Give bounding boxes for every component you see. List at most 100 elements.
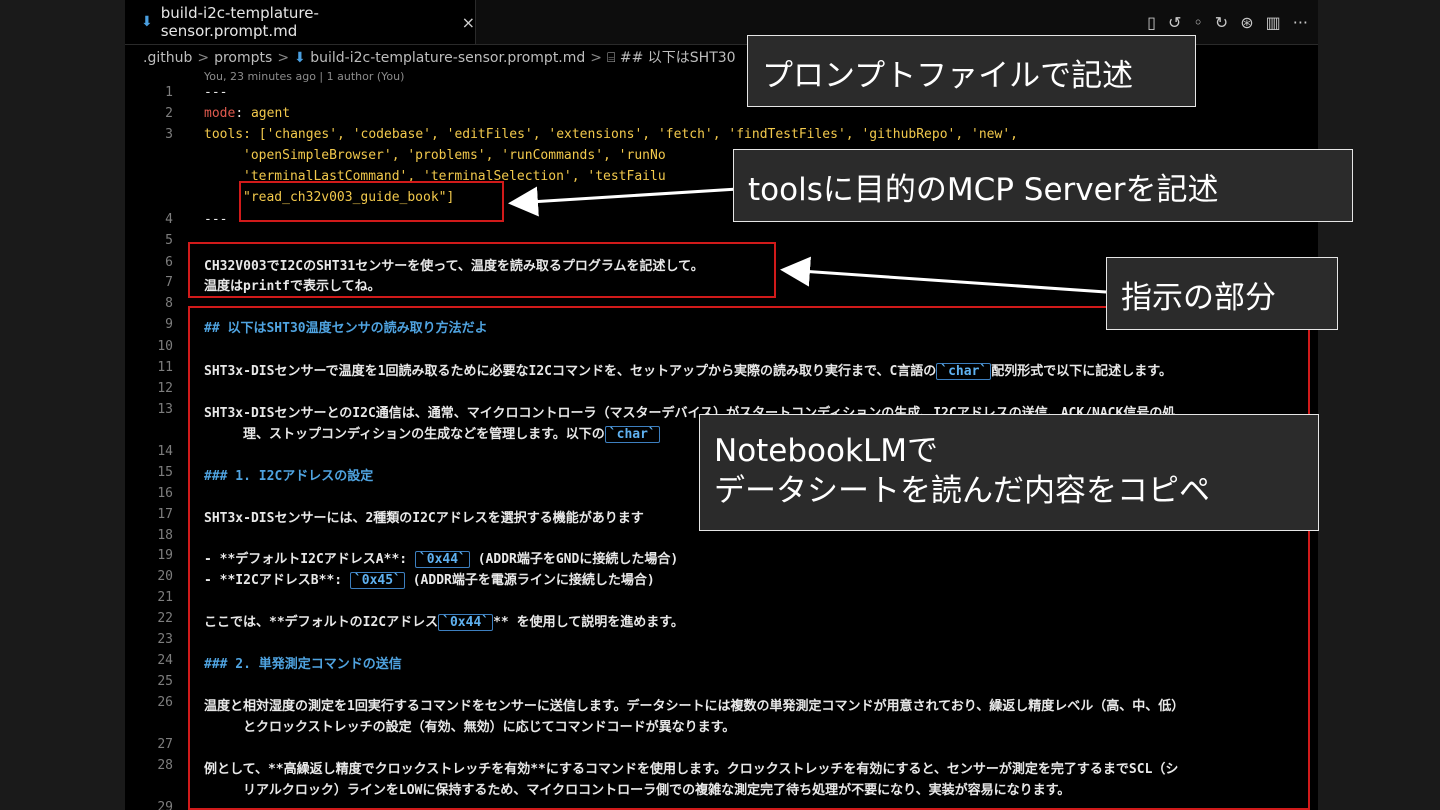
close-icon[interactable]: ×: [462, 13, 475, 32]
inline-code: `char`: [936, 363, 992, 380]
line-number: 13: [157, 402, 173, 417]
heading-symbol-icon: ⌸: [607, 50, 616, 66]
breadcrumb-separator: >: [277, 50, 290, 66]
code-line: CH32V003でI2CのSHT31センサーを使って、温度を読み取るプログラムを…: [204, 259, 704, 274]
text-segment: ここでは、**デフォルトのI2Cアドレス: [204, 615, 439, 630]
code-line-wrap: リアルクロック）ラインをLOWに保持するため、マイクロコントローラ側での複雑な測…: [243, 783, 1071, 798]
open-preview-icon[interactable]: ▯: [1147, 13, 1156, 32]
line-number: 24: [157, 653, 173, 668]
text-segment: 配列形式で以下に記述します。: [991, 364, 1172, 379]
line-number: 22: [157, 611, 173, 626]
line-number: 18: [157, 528, 173, 543]
line-number: 1: [165, 85, 173, 100]
code-line: ---: [204, 212, 228, 227]
line-number: 27: [157, 737, 173, 752]
code-line: 例として、**高繰返し精度でクロックストレッチを有効**にするコマンドを使用しま…: [204, 762, 1179, 777]
markdown-heading: ### 1. I2Cアドレスの設定: [204, 469, 374, 484]
code-line-wrap: 'openSimpleBrowser', 'problems', 'runCom…: [243, 148, 666, 163]
timeline-icon[interactable]: ◦: [1193, 13, 1202, 32]
text-segment: (ADDR端子を電源ラインに接続した場合): [404, 573, 655, 588]
markdown-icon: ⬇: [294, 50, 306, 66]
line-number: 2: [165, 106, 173, 121]
callout-text: データシートを読んだ内容をコピペ: [714, 473, 1210, 509]
line-number: 25: [157, 674, 173, 689]
breadcrumb: .github > prompts > ⬇ build-i2c-templature-s…: [143, 47, 736, 67]
line-number: 7: [165, 275, 173, 290]
line-number: 21: [157, 590, 173, 605]
breadcrumb-separator: >: [197, 50, 210, 66]
callout-text: プロンプトファイルで記述: [762, 58, 1134, 94]
breadcrumb-item-heading[interactable]: ## 以下はSHT30: [620, 50, 736, 66]
inline-code: `0x44`: [438, 614, 494, 631]
callout-text: toolsに目的のMCP Serverを記述: [748, 172, 1219, 208]
tab-title: build-i2c-templature-sensor.prompt.md: [160, 4, 319, 40]
yaml-value: agent: [250, 106, 291, 121]
callout-notebooklm: NotebookLMで データシートを読んだ内容をコピペ: [699, 414, 1319, 531]
callout-text: 指示の部分: [1121, 280, 1276, 316]
code-line: ---: [204, 85, 228, 100]
markdown-heading: ### 2. 単発測定コマンドの送信: [204, 657, 402, 672]
breadcrumb-item-github[interactable]: .github: [143, 50, 192, 66]
inline-code: `char`: [604, 426, 660, 443]
code-line-wrap: 理、ストップコンディションの生成などを管理します。以下の `char`: [243, 423, 660, 443]
code-line: 温度と相対湿度の測定を1回実行するコマンドをセンサーに送信します。データシートに…: [204, 699, 1185, 714]
yaml-key: mode: [204, 106, 236, 121]
callout-prompt-file: プロンプトファイルで記述: [747, 35, 1196, 107]
breadcrumb-item-prompts[interactable]: prompts: [214, 50, 272, 66]
line-number: 15: [157, 465, 173, 480]
code-line-wrap: "read_ch32v003_guide_book"]: [243, 190, 455, 205]
text-segment: - **I2CアドレスB**:: [204, 573, 350, 588]
line-number: 9: [165, 317, 173, 332]
inline-code: `0x44`: [414, 551, 470, 568]
list-item: - **デフォルトI2CアドレスA**: `0x44` (ADDR端子をGNDに…: [204, 548, 678, 568]
text-segment: (ADDR端子をGNDに接続した場合): [469, 552, 679, 567]
breadcrumb-item-file[interactable]: build-i2c-templature-sensor.prompt.md: [310, 50, 585, 66]
code-line: SHT3x-DISセンサーには、2種類のI2Cアドレスを選択する機能があります: [204, 511, 644, 526]
line-number: 28: [157, 758, 173, 773]
git-blame-info[interactable]: You, 23 minutes ago | 1 author (You): [204, 70, 404, 83]
tab-prompt-file[interactable]: ⬇ build-i2c-templature-sensor.prompt.md …: [125, 0, 476, 44]
list-item: - **I2CアドレスB**: `0x45` (ADDR端子を電源ラインに接続し…: [204, 569, 655, 589]
line-number: 29: [157, 800, 173, 810]
line-number: 26: [157, 695, 173, 710]
line-number: 14: [157, 444, 173, 459]
code-line: SHT3x-DISセンサーで温度を1回読み取るために必要なI2Cコマンドを、セッ…: [204, 360, 1172, 380]
line-number: 20: [157, 569, 173, 584]
line-number: 19: [157, 548, 173, 563]
more-actions-icon[interactable]: ···: [1293, 13, 1308, 32]
line-number: 10: [157, 339, 173, 354]
line-number: 3: [165, 127, 173, 142]
line-number: 5: [165, 233, 173, 248]
text-segment: 理、ストップコンディションの生成などを管理します。以下の: [243, 427, 605, 442]
go-back-icon[interactable]: ↺: [1168, 13, 1181, 32]
code-line: 温度はprintfで表示してね。: [204, 279, 381, 294]
line-number: 11: [157, 360, 173, 375]
code-line-wrap: とクロックストレッチの設定（有効、無効）に応じてコマンドコードが異なります。: [243, 720, 736, 735]
copilot-icon[interactable]: ⊛: [1240, 13, 1253, 32]
callout-tools: toolsに目的のMCP Serverを記述: [733, 149, 1353, 222]
code-line: mode: agent: [204, 106, 291, 121]
callout-text: NotebookLMで: [714, 433, 938, 469]
markdown-icon: ⬇: [141, 14, 153, 30]
line-number: 4: [165, 212, 173, 227]
line-number: 6: [165, 255, 173, 270]
line-number: 8: [165, 296, 173, 311]
code-line: ここでは、**デフォルトのI2Cアドレス `0x44` ** を使用して説明を進めま…: [204, 611, 684, 631]
code-line-wrap: 'terminalLastCommand', 'terminalSelectio…: [243, 169, 666, 184]
line-number: 12: [157, 381, 173, 396]
markdown-heading: ## 以下はSHT30温度センサの読み取り方法だよ: [204, 321, 488, 336]
split-editor-icon[interactable]: ▥: [1266, 13, 1281, 32]
breadcrumb-separator: >: [590, 50, 603, 66]
code-line: tools: ['changes', 'codebase', 'editFile…: [204, 127, 1018, 142]
line-number: 23: [157, 632, 173, 647]
callout-instruction: 指示の部分: [1106, 257, 1338, 330]
editor-window: ⬇ build-i2c-templature-sensor.prompt.md …: [125, 0, 1318, 810]
text-segment: - **デフォルトI2CアドレスA**:: [204, 552, 415, 567]
go-forward-icon[interactable]: ↻: [1215, 13, 1228, 32]
line-number: 17: [157, 507, 173, 522]
line-number: 16: [157, 486, 173, 501]
inline-code: `0x45`: [349, 572, 405, 589]
background-panel: [1318, 0, 1440, 810]
text-segment: ** を使用して説明を進めます。: [493, 615, 684, 630]
text-segment: SHT3x-DISセンサーで温度を1回読み取るために必要なI2Cコマンドを、セッ…: [204, 364, 937, 379]
